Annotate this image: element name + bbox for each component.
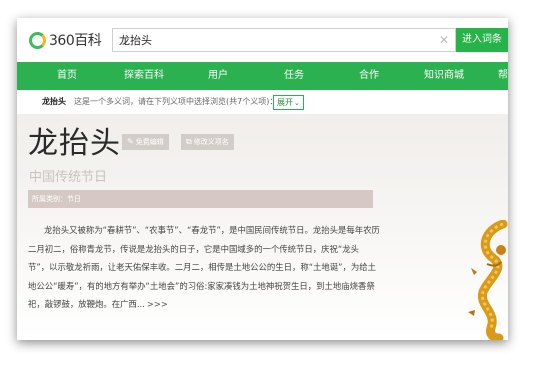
summary-text: 龙抬头又被称为“春耕节”、“农事节”、“春龙节”，是中国民间传统节日。龙抬头是每… — [28, 225, 380, 309]
nav-item-home[interactable]: 首页 — [57, 62, 77, 90]
article-main: 龙抬头 ✎ 免费编辑 ⧉ 修改义项名 中国传统节日 所属类别：节日 龙抬头又被称为“… — [17, 114, 508, 340]
logo-text: 360百科 — [49, 33, 102, 49]
search-box: ✕ — [112, 28, 456, 52]
polysemy-text: 这是一个多义词，请在下列义项中选择浏览(共7个义项)： — [74, 97, 278, 106]
top-search-bar: 360百科 ✕ 进入词条 — [17, 18, 508, 62]
category-bar: 所属类别：节日 — [28, 190, 373, 208]
free-edit-label: 免费编辑 — [135, 138, 164, 146]
browser-frame: 360百科 ✕ 进入词条 首页 探索百科 用户 任务 合作 知识商城 帮 龙抬头… — [17, 18, 508, 340]
polysemy-bar: 龙抬头 这是一个多义词，请在下列义项中选择浏览(共7个义项)： 展开⌄ — [17, 90, 508, 114]
page-title: 龙抬头 — [28, 126, 121, 161]
nav-item-knowledge-store[interactable]: 知识商城 — [424, 62, 464, 90]
dragon-illustration — [468, 220, 508, 340]
search-input[interactable] — [113, 29, 419, 51]
modify-sense-label: 修改义项名 — [193, 138, 229, 146]
expand-label: 展开 — [277, 98, 293, 107]
enter-entry-button[interactable]: 进入词条 — [456, 28, 508, 52]
main-nav: 首页 探索百科 用户 任务 合作 知识商城 帮 — [17, 62, 508, 90]
nav-item-cooperation[interactable]: 合作 — [359, 62, 379, 90]
logo-ring-icon — [29, 31, 46, 49]
read-more-link[interactable]: >>> — [147, 299, 168, 309]
nav-item-explore[interactable]: 探索百科 — [124, 62, 164, 90]
free-edit-button[interactable]: ✎ 免费编辑 — [122, 134, 169, 150]
nav-item-users[interactable]: 用户 — [208, 62, 228, 90]
modify-sense-button[interactable]: ⧉ 修改义项名 — [181, 134, 234, 150]
chevron-down-icon: ⌄ — [294, 99, 300, 107]
expand-button[interactable]: 展开⌄ — [273, 95, 304, 110]
pencil-icon: ✎ — [127, 137, 134, 146]
copy-icon: ⧉ — [186, 137, 192, 146]
page-subtitle: 中国传统节日 — [29, 170, 108, 185]
nav-item-help[interactable]: 帮 — [498, 62, 508, 90]
article-summary: 龙抬头又被称为“春耕节”、“农事节”、“春龙节”，是中国民间传统节日。龙抬头是每… — [28, 221, 380, 314]
polysemy-term: 龙抬头 — [42, 97, 66, 106]
close-icon[interactable]: ✕ — [439, 32, 449, 48]
nav-item-tasks[interactable]: 任务 — [284, 62, 304, 90]
site-logo[interactable]: 360百科 — [29, 30, 102, 50]
